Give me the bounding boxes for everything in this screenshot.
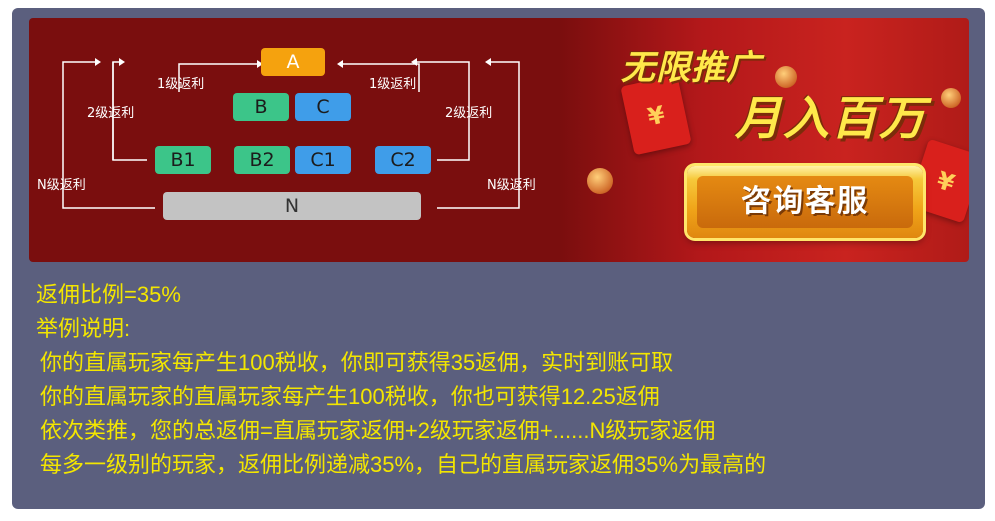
- node-b1: B1: [155, 146, 211, 174]
- promo-area: ¥ ¥ 无限推广 月入百万 咨询客服: [559, 18, 969, 262]
- node-b2: B2: [234, 146, 290, 174]
- node-c2: C2: [375, 146, 431, 174]
- promo-banner: A B C B1 B2 C1 C2 N 1级返利 1级返利 2级返利 2级返利 …: [29, 18, 969, 262]
- leveln-right-label: N级返利: [487, 178, 536, 193]
- contact-support-label: 咨询客服: [697, 176, 913, 228]
- node-b: B: [233, 93, 289, 121]
- node-n: N: [163, 192, 421, 220]
- rebate-diagram: A B C B1 B2 C1 C2 N 1级返利 1级返利 2级返利 2级返利 …: [29, 18, 559, 262]
- rebate-ratio: 返佣比例=35%: [36, 282, 181, 307]
- example-title: 举例说明:: [36, 316, 131, 341]
- node-c1: C1: [295, 146, 351, 174]
- level2-right-label: 2级返利: [445, 106, 493, 121]
- coin-icon: [941, 88, 961, 108]
- level1-right-label: 1级返利: [369, 77, 417, 92]
- example-line: 每多一级别的玩家，返佣比例递减35%，自己的直属玩家返佣35%为最高的: [40, 452, 767, 477]
- rebate-description: 返佣比例=35% 举例说明: 你的直属玩家每产生100税收，你即可获得35返佣，…: [36, 278, 766, 482]
- level1-left-label: 1级返利: [157, 77, 205, 92]
- slogan-main: 月入百万: [735, 91, 927, 145]
- example-line: 你的直属玩家每产生100税收，你即可获得35返佣，实时到账可取: [40, 350, 674, 375]
- node-a: A: [261, 48, 325, 76]
- leveln-left-label: N级返利: [37, 178, 86, 193]
- example-line: 你的直属玩家的直属玩家每产生100税收，你也可获得12.25返佣: [40, 384, 660, 409]
- contact-support-button[interactable]: 咨询客服: [687, 166, 923, 238]
- node-c: C: [295, 93, 351, 121]
- example-line: 依次类推，您的总返佣=直属玩家返佣+2级玩家返佣+......N级玩家返佣: [40, 418, 716, 443]
- level2-left-label: 2级返利: [87, 106, 135, 121]
- coin-icon: [587, 168, 613, 194]
